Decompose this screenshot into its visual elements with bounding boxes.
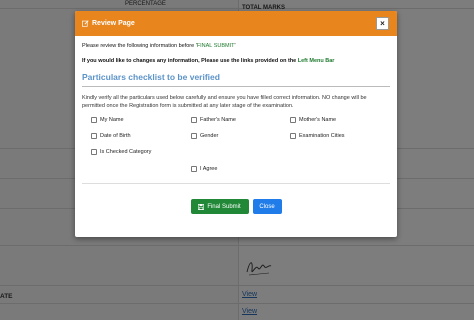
modal-title-text: Review Page <box>92 20 135 27</box>
checklist-item-i-agree[interactable]: I Agree <box>191 166 217 172</box>
final-submit-button[interactable]: Final Submit <box>190 199 249 214</box>
checkbox-label: Examination Cities <box>299 133 345 139</box>
save-icon <box>198 203 205 210</box>
final-submit-highlight: FINAL SUBMIT <box>196 43 235 49</box>
review-modal: Review Page × Please review the followin… <box>75 11 397 237</box>
modal-divider <box>82 183 390 184</box>
checklist-item-category[interactable]: Is Checked Category <box>91 149 151 155</box>
checkbox[interactable] <box>91 117 97 123</box>
modal-body: Please review the following information … <box>75 36 397 184</box>
checklist-item-my-name[interactable]: My Name <box>91 117 124 123</box>
modal-title: Review Page <box>82 20 135 27</box>
checkbox-label: Gender <box>200 133 219 139</box>
checkbox[interactable] <box>290 133 296 139</box>
checklist-item-mothers-name[interactable]: Mother's Name <box>290 117 336 123</box>
edit-icon <box>82 20 89 27</box>
modal-header: Review Page × <box>75 11 397 36</box>
checklist-item-dob[interactable]: Date of Birth <box>91 133 131 139</box>
checkbox[interactable] <box>91 133 97 139</box>
checkbox-label: My Name <box>100 117 124 123</box>
modal-footer: Final Submit Close <box>75 199 397 214</box>
checkbox[interactable] <box>191 166 197 172</box>
checklist-item-exam-cities[interactable]: Examination Cities <box>290 133 345 139</box>
left-menu-bar-highlight: Left Menu Bar <box>297 58 335 64</box>
change-instruction: If you would like to changes any informa… <box>82 58 390 64</box>
checklist-item-fathers-name[interactable]: Father's Name <box>191 117 236 123</box>
checkbox-label: Father's Name <box>200 117 236 123</box>
review-instruction-suffix: ' <box>234 43 236 49</box>
section-title: Particulars checklist to be verified <box>82 72 390 87</box>
checkbox-label: Mother's Name <box>299 117 337 123</box>
final-submit-label: Final Submit <box>207 203 241 210</box>
checkbox[interactable] <box>91 149 97 155</box>
checkbox[interactable] <box>191 133 197 139</box>
checkbox[interactable] <box>290 117 296 123</box>
review-instruction: Please review the following information … <box>82 43 390 49</box>
checklist: My Name Father's Name Mother's Name Date… <box>82 117 390 179</box>
checklist-item-gender[interactable]: Gender <box>191 133 218 139</box>
checkbox-label: Is Checked Category <box>100 149 152 155</box>
checkbox-label: I Agree <box>200 166 218 172</box>
checkbox[interactable] <box>191 117 197 123</box>
close-icon[interactable]: × <box>376 17 389 30</box>
close-button[interactable]: Close <box>252 199 282 214</box>
change-instruction-text: If you would like to changes any informa… <box>82 58 298 64</box>
checkbox-label: Date of Birth <box>100 133 131 139</box>
review-instruction-text: Please review the following information … <box>82 43 197 49</box>
verification-notice: Kindly verify all the particulars used b… <box>82 95 367 109</box>
